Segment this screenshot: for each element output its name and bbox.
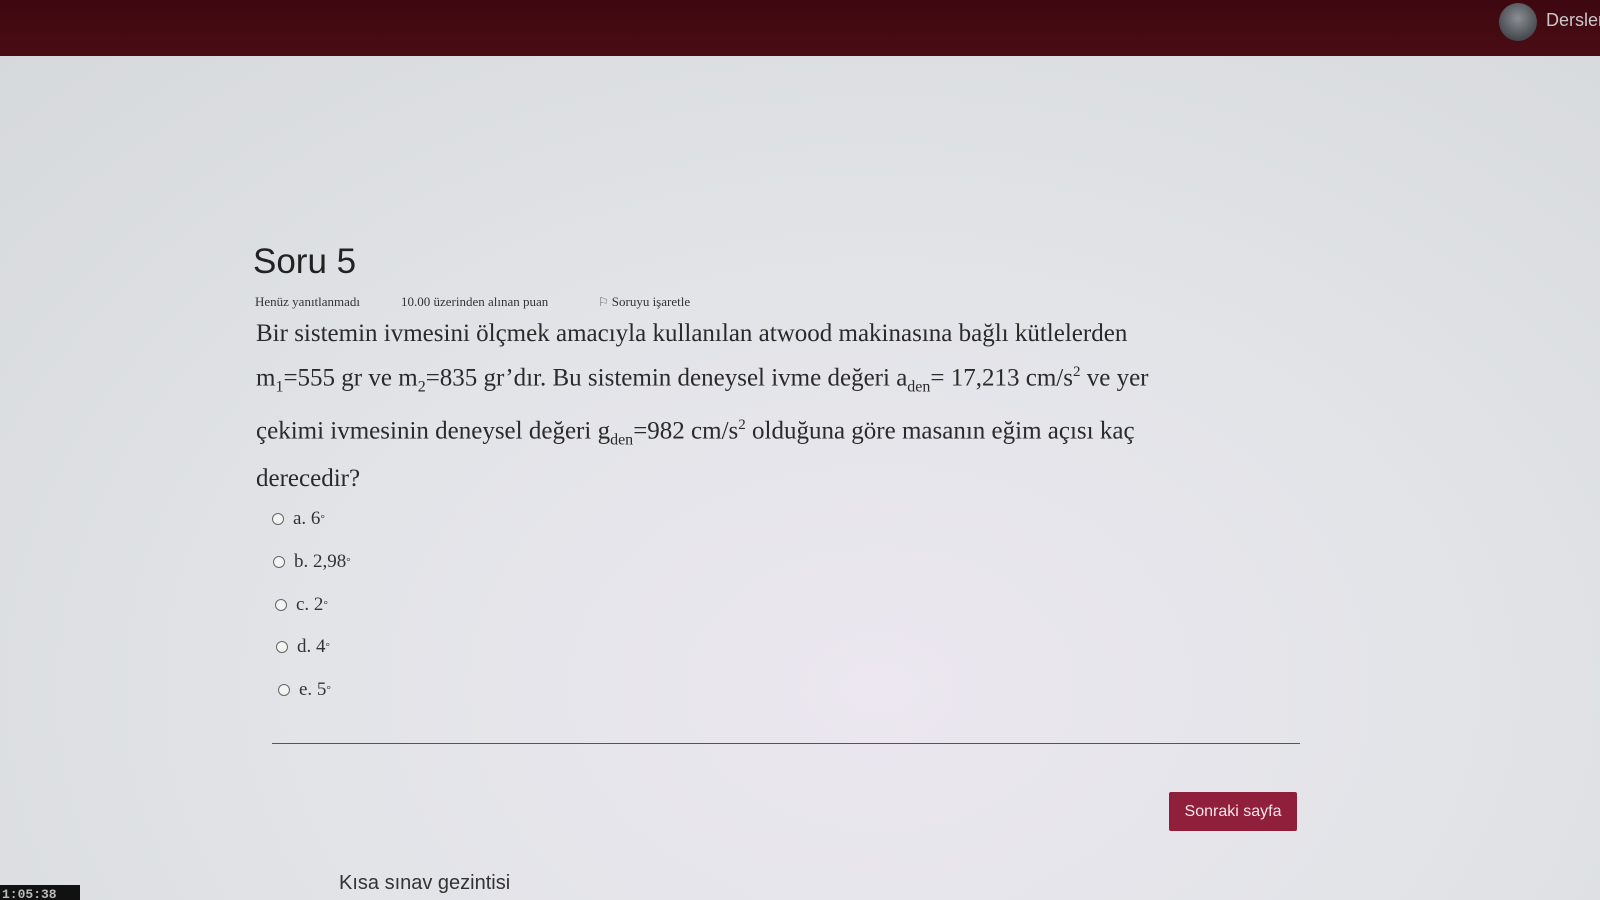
radio-button[interactable] bbox=[272, 513, 284, 525]
question-line: çekimi ivmesinin deneysel değeri gden=98… bbox=[256, 417, 1135, 449]
next-page-button[interactable]: Sonraki sayfa bbox=[1169, 792, 1297, 831]
divider bbox=[272, 743, 1300, 744]
question-title: Soru 5 bbox=[253, 242, 357, 281]
radio-button[interactable] bbox=[275, 599, 287, 611]
answer-option-d[interactable]: d. 4 ° bbox=[276, 636, 330, 658]
radio-button[interactable] bbox=[278, 684, 290, 696]
answer-option-b[interactable]: b. 2,98 ° bbox=[273, 551, 351, 573]
question-line: m1=555 gr ve m2=835 gr’dır. Bu sistemin … bbox=[256, 364, 1149, 396]
quiz-navigation-link[interactable]: Kısa sınav gezintisi bbox=[339, 872, 510, 895]
courses-menu-link[interactable]: Dersler bbox=[1546, 10, 1600, 31]
question-text: Bir sistemin ivmesini ölçmek amacıyla ku… bbox=[256, 315, 1296, 498]
user-avatar[interactable] bbox=[1499, 3, 1537, 41]
timer: 1:05:38 bbox=[0, 885, 80, 900]
question-line: Bir sistemin ivmesini ölçmek amacıyla ku… bbox=[256, 320, 1128, 347]
radio-button[interactable] bbox=[273, 556, 285, 568]
answer-option-e[interactable]: e. 5 ° bbox=[278, 679, 331, 701]
flag-icon: ⚐ bbox=[598, 295, 609, 309]
flag-question-label: Soruyu işaretle bbox=[611, 294, 691, 309]
question-status: Henüz yanıtlanmadı bbox=[255, 294, 361, 309]
flag-question-link[interactable]: ⚐ Soruyu işaretle bbox=[598, 294, 690, 310]
question-line: derecedir? bbox=[256, 464, 361, 492]
radio-button[interactable] bbox=[276, 641, 288, 653]
answer-option-c[interactable]: c. 2 ° bbox=[275, 594, 328, 616]
question-points: 10.00 üzerinden alınan puan bbox=[401, 294, 549, 309]
answer-option-a[interactable]: a. 6 ° bbox=[272, 508, 325, 530]
top-navbar: Dersler bbox=[0, 0, 1600, 56]
